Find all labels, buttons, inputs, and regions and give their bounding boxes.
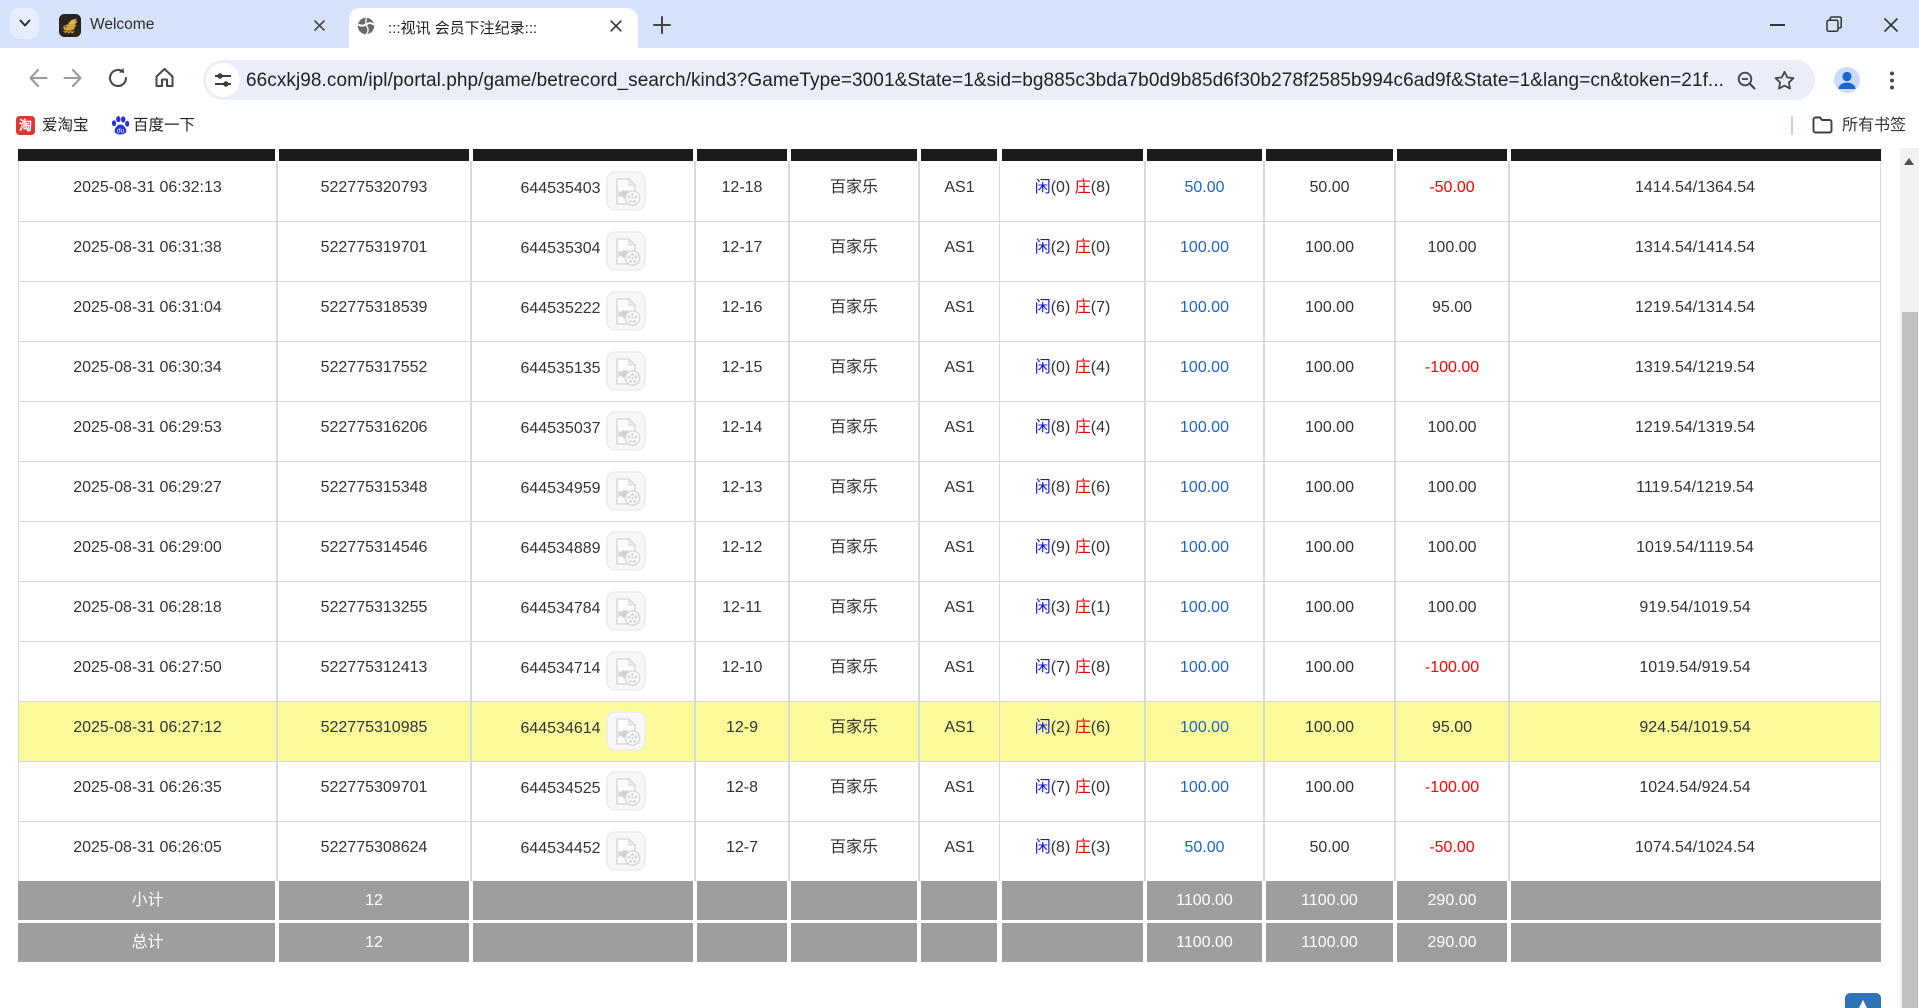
svg-text:du: du [117,128,125,135]
